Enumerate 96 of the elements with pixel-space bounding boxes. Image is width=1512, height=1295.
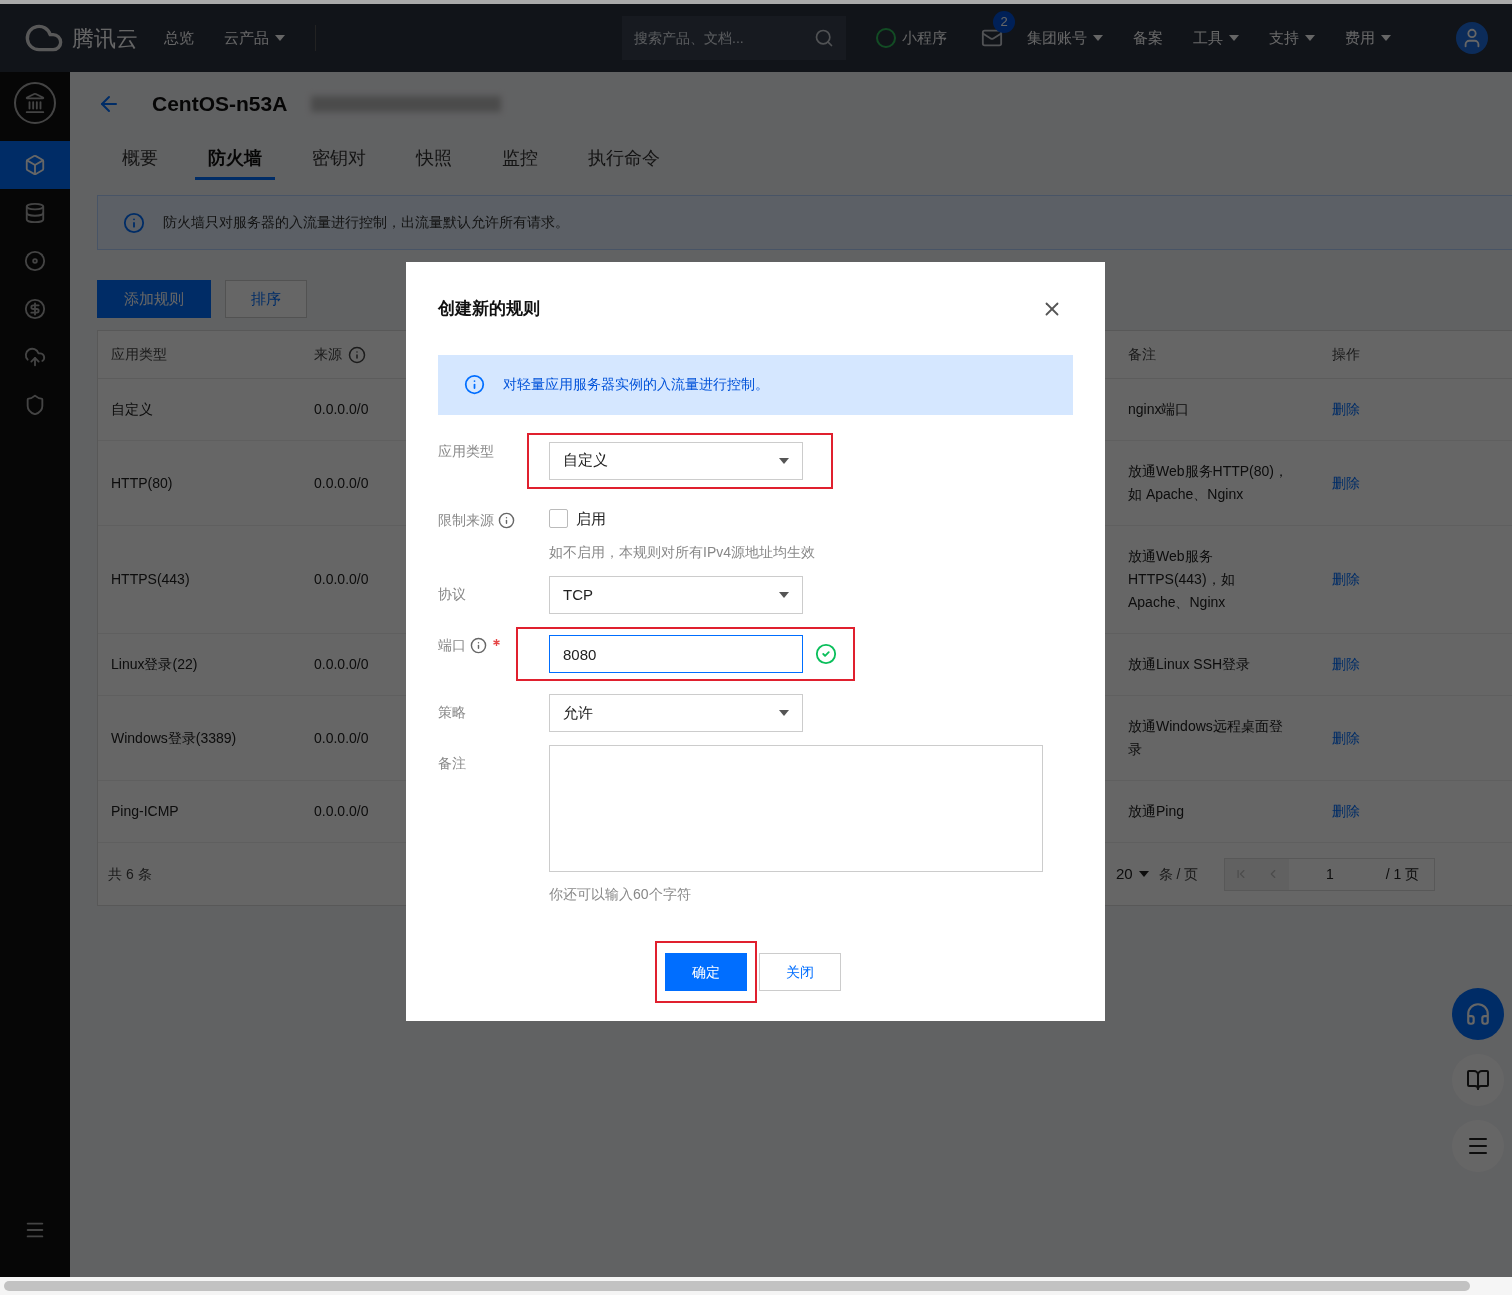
caret-icon bbox=[779, 457, 789, 464]
delete-link[interactable]: 删除 bbox=[1319, 726, 1373, 750]
tab[interactable]: 快照 bbox=[403, 140, 465, 180]
delete-link[interactable]: 删除 bbox=[1319, 398, 1373, 421]
notice-text: 对轻量应用服务器实例的入流量进行控制。 bbox=[503, 375, 769, 394]
select-field[interactable]: TCP bbox=[549, 576, 803, 614]
mini-program-link[interactable]: 小程序 bbox=[876, 26, 947, 50]
mail-icon[interactable] bbox=[981, 27, 1003, 49]
nav-menu-item[interactable]: 总览 bbox=[164, 26, 194, 50]
checkbox[interactable] bbox=[549, 509, 568, 529]
nav-menu-item[interactable]: 费用 bbox=[1345, 26, 1391, 50]
confirm-button[interactable]: 确定 bbox=[665, 953, 747, 991]
table-cell-text: 0.0.0.0/0 bbox=[313, 473, 370, 493]
column-header: 来源 bbox=[314, 345, 342, 364]
checkbox-label: 启用 bbox=[576, 508, 606, 529]
table-cell-text: 放通Windows远程桌面登录 bbox=[1127, 717, 1284, 759]
table-cell-text: Ping-ICMP bbox=[110, 802, 180, 821]
check-icon bbox=[815, 643, 837, 665]
table-cell-text: 放通Ping bbox=[1127, 802, 1186, 821]
table-cell-text: HTTP(80) bbox=[110, 473, 174, 493]
caret-icon bbox=[1229, 35, 1239, 41]
caret-icon bbox=[1381, 35, 1391, 41]
search-icon[interactable] bbox=[814, 28, 834, 48]
caret-icon bbox=[275, 35, 285, 41]
nav-menu-item[interactable]: 支持 bbox=[1269, 26, 1315, 50]
table-cell-text: 0.0.0.0/0 bbox=[313, 400, 370, 419]
field-label: 策略 bbox=[438, 703, 466, 722]
column-header: 备注 bbox=[1128, 345, 1156, 364]
table-cell-text: 0.0.0.0/0 bbox=[313, 728, 370, 748]
dialog-title: 创建新的规则 bbox=[438, 298, 540, 320]
nav-menu-item[interactable]: 云产品 bbox=[224, 26, 285, 50]
table-cell-text: Windows登录(3389) bbox=[110, 728, 238, 748]
tab[interactable]: 密钥对 bbox=[299, 140, 379, 180]
sort-button[interactable]: 排序 bbox=[225, 280, 307, 318]
notice-text: 防火墙只对服务器的入流量进行控制，出流量默认允许所有请求。 bbox=[163, 213, 569, 232]
table-cell-text: HTTPS(443) bbox=[110, 570, 191, 589]
delete-link[interactable]: 删除 bbox=[1319, 800, 1373, 823]
table-cell-text: 放通Linux SSH登录 bbox=[1127, 655, 1252, 674]
landmark-icon bbox=[24, 92, 46, 114]
cloud-icon bbox=[24, 346, 46, 368]
select-field[interactable]: 自定义 bbox=[549, 441, 803, 480]
circle-logo-icon bbox=[876, 28, 896, 48]
caret-icon bbox=[779, 710, 789, 716]
table-cell-text: nginx端口 bbox=[1127, 400, 1191, 419]
disc-icon bbox=[24, 250, 46, 272]
column-header: 操作 bbox=[1332, 345, 1360, 364]
close-button[interactable]: 关闭 bbox=[759, 953, 841, 991]
book-icon bbox=[1466, 1068, 1490, 1092]
table-cell-text: 0.0.0.0/0 bbox=[313, 802, 370, 821]
field-hint: 如不启用，本规则对所有IPv4源地址均生效 bbox=[549, 543, 815, 562]
select-field[interactable]: 允许 bbox=[549, 694, 803, 732]
caret-icon bbox=[1093, 35, 1103, 41]
page-title: CentOS-n53A bbox=[152, 91, 288, 118]
field-label: 备注 bbox=[438, 754, 466, 773]
notification-badge: 2 bbox=[993, 11, 1015, 33]
tab[interactable]: 概要 bbox=[109, 140, 171, 180]
headset-icon bbox=[1465, 1001, 1491, 1027]
column-header: 应用类型 bbox=[111, 345, 167, 364]
shield-icon bbox=[24, 394, 46, 416]
caret-icon bbox=[779, 592, 789, 598]
field-label: 应用类型 bbox=[438, 441, 494, 461]
tab[interactable]: 防火墙 bbox=[195, 140, 275, 180]
nav-menu-item[interactable]: 集团账号 bbox=[1027, 26, 1103, 50]
field-label: 协议 bbox=[438, 585, 466, 604]
delete-link[interactable]: 删除 bbox=[1319, 471, 1373, 495]
delete-link[interactable]: 删除 bbox=[1319, 568, 1373, 591]
add-rule-button[interactable]: 添加规则 bbox=[97, 280, 211, 318]
tab[interactable]: 执行命令 bbox=[575, 140, 673, 180]
sidebar-item[interactable] bbox=[0, 141, 70, 189]
total-count: 共 6 条 bbox=[108, 864, 152, 884]
table-cell-text: Linux登录(22) bbox=[110, 655, 199, 674]
info-icon bbox=[464, 374, 485, 395]
cube-icon bbox=[24, 154, 46, 176]
nav-menu-item[interactable]: 备案 bbox=[1133, 26, 1163, 50]
tab[interactable]: 监控 bbox=[489, 140, 551, 180]
info-icon bbox=[348, 345, 366, 364]
support-button[interactable] bbox=[1452, 988, 1504, 1040]
field-label: 限制来源 bbox=[438, 510, 494, 530]
delete-link[interactable]: 删除 bbox=[1319, 653, 1373, 676]
nav-menu-item[interactable]: 工具 bbox=[1193, 26, 1239, 50]
field-hint: 你还可以输入60个字符 bbox=[549, 885, 692, 904]
field-label: 端口 bbox=[438, 636, 466, 655]
page-size-select[interactable]: 20 bbox=[1116, 862, 1149, 886]
info-icon bbox=[123, 211, 145, 234]
table-cell-text: 放通Web服务HTTPS(443)，如Apache、Nginx bbox=[1127, 547, 1236, 612]
page-size-unit: 条 / 页 bbox=[1158, 864, 1199, 884]
table-cell-text: 自定义 bbox=[110, 400, 154, 419]
coin-icon bbox=[24, 298, 46, 320]
port-input-field[interactable]: 8080 bbox=[549, 635, 803, 673]
database-icon bbox=[24, 202, 46, 224]
brand-name: 腾讯云 bbox=[72, 24, 139, 53]
caret-icon bbox=[1305, 35, 1315, 41]
table-cell-text: 放通Web服务HTTP(80)，如 Apache、Nginx bbox=[1127, 462, 1289, 504]
caret-icon bbox=[1138, 871, 1149, 877]
table-cell-text: 0.0.0.0/0 bbox=[313, 655, 370, 674]
table-cell-text: 0.0.0.0/0 bbox=[313, 570, 370, 589]
